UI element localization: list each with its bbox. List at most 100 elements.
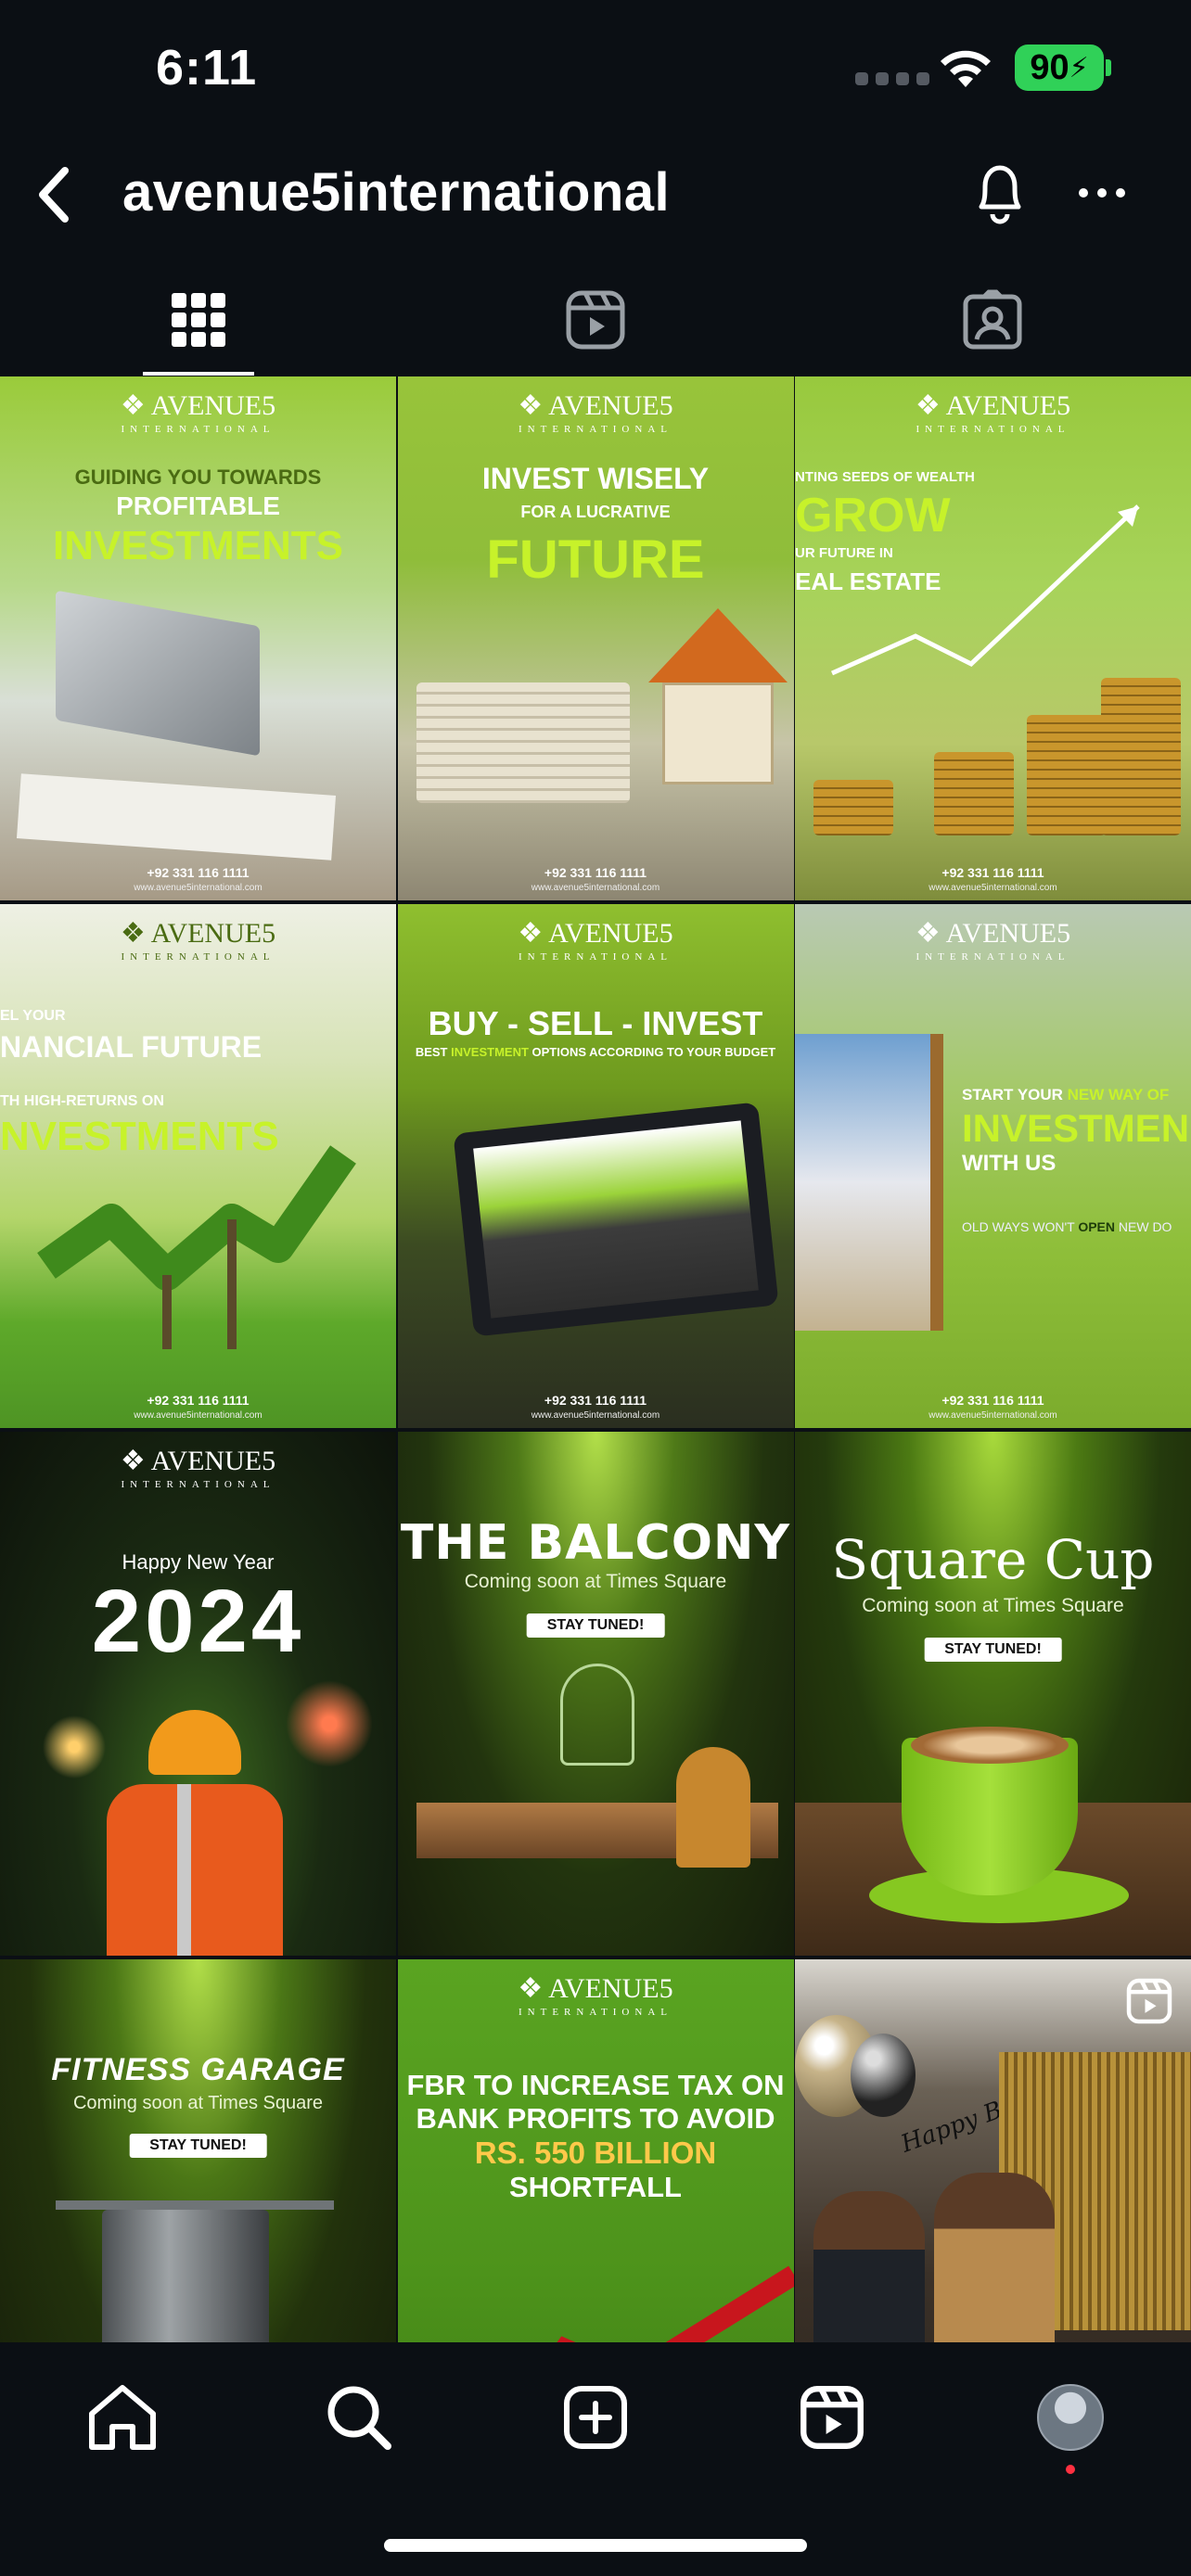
more-options-button[interactable] [1067,158,1137,228]
profile-header: avenue5international [0,139,1191,250]
post-5-line-2a: BEST [415,1045,452,1059]
brand-phone: +92 331 116 1111 [941,865,1044,880]
post-8-line-2: Coming soon at Times Square [464,1571,727,1592]
brand-name: AVENUE [945,918,1057,949]
brand-site: www.avenue5international.com [531,883,660,893]
brand-logo: ❖ AVENUE5 INTERNATIONAL [795,917,1191,963]
fireworks [37,1710,111,1784]
post-11-line-4: SHORTFALL [509,2171,682,2203]
brand-site: www.avenue5international.com [134,1410,263,1421]
stay-tuned-badge: STAY TUNED! [924,1638,1062,1662]
post-6-line-1a: START YOUR [962,1086,1068,1103]
brand-tag: INTERNATIONAL [916,951,1070,963]
post-6-line-4b: OPEN [1078,1219,1115,1234]
laptop-image [452,1102,779,1337]
brand-number: 5 [262,1446,276,1476]
notifications-button[interactable] [965,158,1035,228]
post-2-line-2: FOR A LUCRATIVE [520,503,671,521]
brand-number: 5 [262,390,276,421]
balloons [851,2034,916,2117]
brand-logo: ❖ AVENUE5 INTERNATIONAL [398,1972,794,2018]
nav-create[interactable] [554,2376,637,2459]
brand-tag: INTERNATIONAL [519,424,672,435]
brand-logo: ❖ AVENUE5 INTERNATIONAL [795,389,1191,435]
battery-tip [1106,59,1111,76]
brand-name: AVENUE [150,390,263,421]
post-9-line-2: Coming soon at Times Square [862,1595,1124,1616]
brand-name: AVENUE [548,390,660,421]
brand-logo: ❖ AVENUE5 INTERNATIONAL [398,389,794,435]
window-frame-image [795,1034,943,1331]
coin-stack [813,780,893,835]
post-11-line-3: RS. 550 BILLION [474,2136,717,2170]
chevron-left-icon [39,167,69,223]
money-stack-image [416,682,630,803]
brand-logo: ❖ AVENUE5 INTERNATIONAL [0,1445,396,1490]
avatar [1037,2384,1104,2451]
brand-tag: INTERNATIONAL [121,424,275,435]
grid-icon [172,293,225,347]
post-10-line-1: FITNESS GARAGE [51,2052,345,2087]
brand-tag: INTERNATIONAL [519,2007,672,2018]
brand-site: www.avenue5international.com [531,1410,660,1421]
post-5-line-2c: OPTIONS ACCORDING TO YOUR BUDGET [528,1045,776,1059]
house-image [661,682,774,784]
post-4[interactable]: ❖ AVENUE5 INTERNATIONAL EL YOUR NANCIAL F… [0,904,396,1428]
house-roof [647,608,788,682]
more-icon [1079,188,1125,198]
post-6[interactable]: ❖ AVENUE5 INTERNATIONAL START YOUR NEW WA… [795,904,1191,1428]
nav-home[interactable] [81,2376,164,2459]
post-10[interactable]: FITNESS GARAGE Coming soon at Times Squa… [0,1959,396,2342]
brand-site: www.avenue5international.com [134,883,263,893]
nav-search[interactable] [317,2376,401,2459]
gym-bar [56,2200,334,2210]
reels-icon [1126,1978,1172,2024]
post-9[interactable]: Square Cup Coming soon at Times Square S… [795,1432,1191,1956]
chair [675,1747,750,1868]
post-11[interactable]: ❖ AVENUE5 INTERNATIONAL FBR TO INCREASE T… [397,1959,794,2342]
brand-name: AVENUE [548,918,660,949]
money-tree-graph [37,1145,356,1349]
post-1-line-3: INVESTMENTS [53,523,343,568]
brand-number: 5 [659,1973,673,2004]
brand-tag: INTERNATIONAL [121,1479,275,1490]
nav-reels[interactable] [790,2376,874,2459]
post-4-line-2: NANCIAL FUTURE [0,1030,263,1064]
post-4-line-3: TH HIGH-RETURNS ON [0,1093,164,1109]
reels-icon [800,2386,864,2449]
post-5-line-2: BEST INVESTMENT OPTIONS ACCORDING TO YOU… [398,1045,794,1059]
post-8[interactable]: THE BALCONY Coming soon at Times Square … [397,1432,794,1956]
post-5[interactable]: ❖ AVENUE5 INTERNATIONAL BUY - SELL - INVE… [397,904,794,1428]
gym-machine-image [102,2210,269,2342]
tab-tagged[interactable] [794,264,1191,376]
home-indicator[interactable] [384,2539,807,2552]
balcony-emblem [559,1664,634,1766]
brand-number: 5 [1057,918,1071,949]
status-time: 6:11 [156,40,258,96]
reel-indicator [1126,1978,1172,2029]
post-12[interactable]: Happy Birthday [795,1959,1191,2342]
brand-logo: ❖ AVENUE5 INTERNATIONAL [0,917,396,963]
post-1[interactable]: ❖ AVENUE5 INTERNATIONAL GUIDING YOU TOWAR… [0,376,396,900]
post-3[interactable]: ❖ AVENUE5 INTERNATIONAL NTING SEEDS OF WE… [795,376,1191,900]
coin-stack [1027,715,1107,835]
brand-logo: ❖ AVENUE5 INTERNATIONAL [398,917,794,963]
post-5-line-1: BUY - SELL - INVEST [428,1004,763,1042]
rising-graph-line [556,2265,794,2342]
post-6-line-3: WITH US [962,1151,1057,1176]
post-2-line-1: INVEST WISELY [481,462,710,495]
brand-name: AVENUE [548,1973,660,2004]
back-button[interactable] [26,159,82,230]
post-2[interactable]: ❖ AVENUE5 INTERNATIONAL INVEST WISELY FOR… [397,376,794,900]
reels-icon [566,290,625,350]
plus-square-icon [564,2386,627,2449]
brand-tag: INTERNATIONAL [519,951,672,963]
nav-profile[interactable] [1029,2376,1112,2459]
post-7[interactable]: ❖ AVENUE5 INTERNATIONAL Happy New Year 20… [0,1432,396,1956]
person-right [934,2173,1055,2342]
post-6-line-1b: NEW WAY OF [1067,1086,1170,1103]
post-7-line-2: 2024 [91,1572,305,1671]
tab-grid[interactable] [0,264,397,376]
tab-reels[interactable] [397,264,794,376]
post-1-line-1: GUIDING YOU TOWARDS [74,465,322,489]
